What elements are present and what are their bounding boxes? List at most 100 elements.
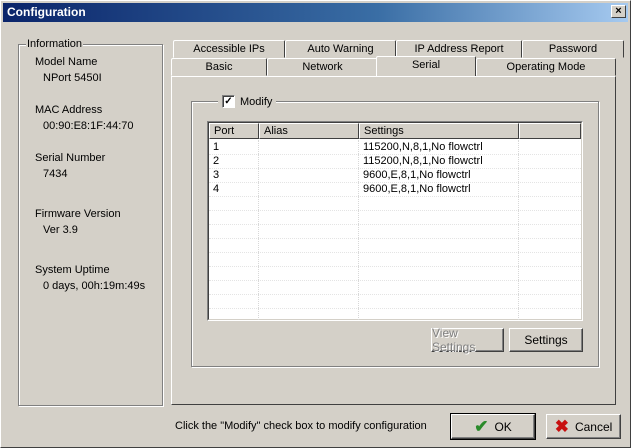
alias-cell <box>259 140 359 154</box>
port-cell: 4 <box>209 182 259 196</box>
table-row[interactable] <box>209 252 581 267</box>
mac-address-value: 00:90:E8:1F:44:70 <box>43 120 134 132</box>
window-title: Configuration <box>7 5 86 19</box>
check-icon: ✔ <box>474 417 489 436</box>
column-header-settings[interactable]: Settings <box>359 123 519 139</box>
settings-cell: 115200,N,8,1,No flowctrl <box>359 140 519 154</box>
table-row[interactable] <box>209 224 581 239</box>
blank-cell <box>519 280 581 294</box>
serial-number-label: Serial Number <box>35 152 106 164</box>
settings-cell: 9600,E,8,1,No flowctrl <box>359 168 519 182</box>
model-name-label: Model Name <box>35 56 98 68</box>
alias-cell <box>259 196 359 210</box>
settings-cell <box>359 308 519 320</box>
alias-cell <box>259 238 359 252</box>
cancel-label: Cancel <box>574 419 613 434</box>
table-header: Port Alias Settings <box>209 123 581 139</box>
hint-text: Click the "Modify" check box to modify c… <box>175 420 427 432</box>
settings-cell <box>359 210 519 224</box>
close-button[interactable]: × <box>611 5 626 18</box>
alias-cell <box>259 182 359 196</box>
table-row[interactable]: 3 9600,E,8,1,No flowctrl <box>209 168 581 183</box>
alias-cell <box>259 280 359 294</box>
port-cell <box>209 210 259 224</box>
table-row[interactable] <box>209 196 581 211</box>
tab-serial[interactable]: Serial <box>376 56 476 76</box>
port-cell <box>209 196 259 210</box>
system-uptime-label: System Uptime <box>35 264 110 276</box>
information-group <box>18 44 163 406</box>
blank-cell <box>519 182 581 196</box>
table-row[interactable]: 4 9600,E,8,1,No flowctrl <box>209 182 581 197</box>
tab-password[interactable]: Password <box>522 40 624 58</box>
column-header-blank[interactable] <box>519 123 581 139</box>
table-row[interactable] <box>209 294 581 309</box>
blank-cell <box>519 266 581 280</box>
system-uptime-value: 0 days, 00h:19m:49s <box>43 280 146 292</box>
alias-cell <box>259 294 359 308</box>
cancel-button[interactable]: ✖ Cancel <box>546 414 621 439</box>
tab-network[interactable]: Network <box>267 58 378 76</box>
alias-cell <box>259 252 359 266</box>
alias-cell <box>259 154 359 168</box>
alias-cell <box>259 308 359 320</box>
blank-cell <box>519 196 581 210</box>
serial-number-value: 7434 <box>43 168 68 180</box>
ok-label: OK <box>494 419 512 434</box>
blank-cell <box>519 224 581 238</box>
view-settings-button[interactable]: View Settings <box>431 326 504 354</box>
tab-operating-mode[interactable]: Operating Mode <box>476 58 616 76</box>
settings-cell <box>359 196 519 210</box>
alias-cell <box>259 224 359 238</box>
alias-cell <box>259 266 359 280</box>
mac-address-label: MAC Address <box>35 104 103 116</box>
table-row[interactable] <box>209 280 581 295</box>
information-legend: Information <box>26 38 84 50</box>
table-row[interactable] <box>209 308 581 320</box>
port-cell <box>209 308 259 320</box>
port-cell <box>209 224 259 238</box>
alias-cell <box>259 210 359 224</box>
settings-button[interactable]: Settings <box>509 328 583 352</box>
table-row[interactable] <box>209 266 581 281</box>
blank-cell <box>519 252 581 266</box>
modify-label[interactable]: Modify <box>240 96 272 108</box>
blank-cell <box>519 294 581 308</box>
port-cell <box>209 252 259 266</box>
tab-accessible-ips[interactable]: Accessible IPs <box>173 40 285 58</box>
table-row[interactable]: 2 115200,N,8,1,No flowctrl <box>209 154 581 169</box>
blank-cell <box>519 210 581 224</box>
table-row[interactable] <box>209 238 581 253</box>
title-bar: Configuration × <box>3 3 628 22</box>
blank-cell <box>519 154 581 168</box>
settings-cell <box>359 266 519 280</box>
tab-basic[interactable]: Basic <box>171 58 267 76</box>
port-cell: 3 <box>209 168 259 182</box>
table-row[interactable]: 1 115200,N,8,1,No flowctrl <box>209 140 581 155</box>
settings-cell <box>359 294 519 308</box>
blank-cell <box>519 168 581 182</box>
settings-cell <box>359 224 519 238</box>
alias-cell <box>259 168 359 182</box>
blank-cell <box>519 140 581 154</box>
ok-button[interactable]: ✔ OK <box>450 413 536 440</box>
blank-cell <box>519 238 581 252</box>
column-header-alias[interactable]: Alias <box>259 123 359 139</box>
port-cell <box>209 280 259 294</box>
port-table[interactable]: Port Alias Settings 1 115200,N,8,1,No flo… <box>207 121 583 321</box>
port-cell <box>209 294 259 308</box>
column-header-port[interactable]: Port <box>209 123 259 139</box>
x-icon: ✖ <box>554 417 569 436</box>
settings-cell: 115200,N,8,1,No flowctrl <box>359 154 519 168</box>
port-cell: 2 <box>209 154 259 168</box>
modify-checkbox[interactable]: ✓ <box>222 95 235 108</box>
model-name-value: NPort 5450I <box>43 72 102 84</box>
table-row[interactable] <box>209 210 581 225</box>
port-cell: 1 <box>209 140 259 154</box>
settings-cell <box>359 280 519 294</box>
settings-cell: 9600,E,8,1,No flowctrl <box>359 182 519 196</box>
modify-legend[interactable]: ✓ Modify <box>218 95 277 108</box>
blank-cell <box>519 308 581 320</box>
port-table-body: Port Alias Settings 1 115200,N,8,1,No flo… <box>208 122 582 320</box>
port-cell <box>209 238 259 252</box>
